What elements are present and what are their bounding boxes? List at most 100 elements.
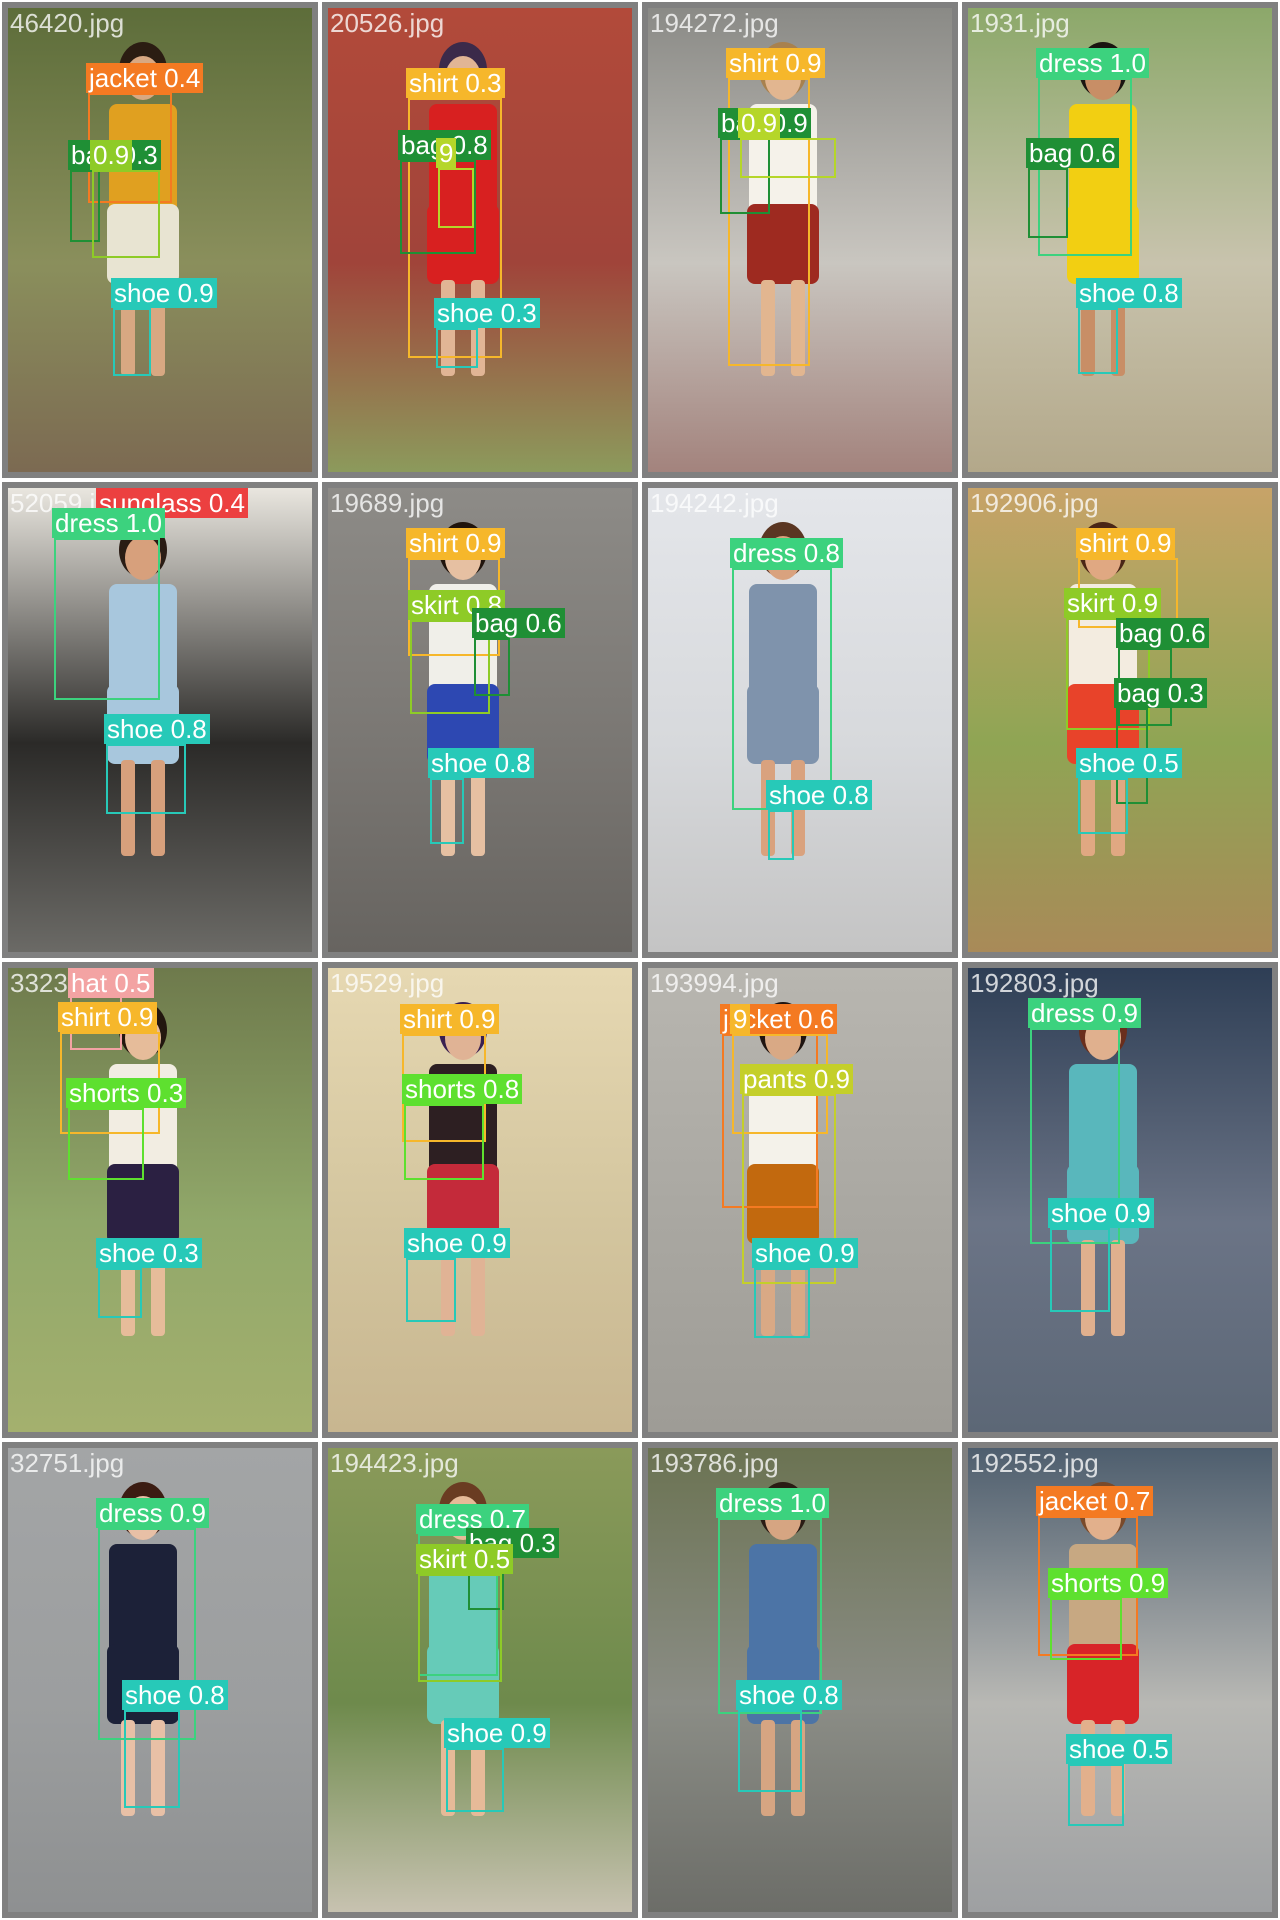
detection-label-bag: bag 0.6: [1116, 618, 1209, 648]
detection-label-shoe: shoe 0.3: [96, 1238, 202, 1268]
bounding-box-shorts: [68, 1108, 144, 1180]
detection-label-shoe: shoe 0.9: [111, 278, 217, 308]
bounding-box-shoe: [1078, 308, 1118, 374]
photo: 192803.jpg dress 0.9 shoe 0.9: [968, 968, 1272, 1432]
photo: 194423.jpg dress 0.7 bag 0.3 skirt 0.5 shoe …: [328, 1448, 632, 1912]
detection-label-shoe: shoe 0.9: [752, 1238, 858, 1268]
detection-label-skirt: 0.9: [90, 140, 133, 170]
bounding-box-shoe: [406, 1258, 456, 1322]
bounding-box-dress: [54, 538, 160, 700]
image-tile: 52059.jpg sunglass 0.4 dress 1.0 shoe 0.8: [2, 482, 318, 958]
detection-label-shoe: shoe 0.8: [1076, 278, 1182, 308]
detection-label-dress: dress 1.0: [52, 508, 165, 538]
image-tile: 33231.jpghat 0.5shirt 0.9shorts 0.3shoe …: [2, 962, 318, 1438]
detection-label-shoe: shoe 0.3: [434, 298, 540, 328]
filename-label: 19689.jpg: [330, 488, 445, 518]
detection-label-shirt: shirt 0.9: [1076, 528, 1175, 558]
photo: 20526.jpg shirt 0.3 bag 0.8 9 shoe 0.3: [328, 8, 632, 472]
photo: 192906.jpg shirt 0.9 skirt 0.9 bag 0.6 bag 0…: [968, 488, 1272, 952]
bounding-box-shoe: [1050, 1228, 1110, 1312]
bounding-box-shoe: [1078, 778, 1128, 834]
bounding-box-shorts: [404, 1104, 484, 1180]
detection-label-shorts: shorts 0.3: [66, 1078, 187, 1108]
filename-label: 32751.jpg: [10, 1448, 125, 1478]
detection-label-bag: bag 0.3: [1114, 678, 1207, 708]
detection-label-bag: bag 0.6: [1026, 138, 1119, 168]
detection-label-shoe: shoe 0.8: [736, 1680, 842, 1710]
detection-label-shorts: shorts 0.9: [1048, 1568, 1169, 1598]
bounding-box-shoe: [768, 810, 794, 860]
detection-label-skirt: skirt 0.5: [416, 1544, 514, 1574]
detection-label-hat: hat 0.5: [68, 968, 154, 998]
photo: 193786.jpg dress 1.0 shoe 0.8: [648, 1448, 952, 1912]
photo: 46420.jpgjacket 0.4bag 0.30.9shoe 0.9: [8, 8, 312, 472]
filename-label: 20526.jpg: [330, 8, 445, 38]
bounding-box-bag: [1028, 168, 1068, 238]
image-tile: 193786.jpg dress 1.0 shoe 0.8: [642, 1442, 958, 1918]
detection-label-dress: dress 0.9: [1028, 998, 1141, 1028]
detection-label-shirt: shirt 0.9: [406, 528, 505, 558]
filename-label: 193994.jpg: [650, 968, 779, 998]
bounding-box-shoe: [106, 744, 186, 814]
detection-label-other: 0.9: [738, 108, 781, 138]
detection-label-shoe: shoe 0.9: [404, 1228, 510, 1258]
detection-label-jacket: jacket 0.7: [1036, 1486, 1154, 1516]
image-tile: 194272.jpgshirt 0.9bag 0.90.9: [642, 2, 958, 478]
detection-label-shoe: shoe 0.8: [122, 1680, 228, 1710]
bounding-box-shoe: [738, 1710, 802, 1792]
detection-label-shorts: shorts 0.8: [402, 1074, 523, 1104]
filename-label: 194242.jpg: [650, 488, 779, 518]
filename-label: 192803.jpg: [970, 968, 1099, 998]
photo: 194272.jpgshirt 0.9bag 0.90.9: [648, 8, 952, 472]
bounding-box-shoe: [430, 778, 464, 844]
image-tile: 32751.jpg dress 0.9 shoe 0.8: [2, 1442, 318, 1918]
photo: 194242.jpg dress 0.8 shoe 0.8: [648, 488, 952, 952]
detection-label-shoe: shoe 0.9: [1048, 1198, 1154, 1228]
image-tile: 19689.jpg shirt 0.9 skirt 0.8 bag 0.6 shoe 0…: [322, 482, 638, 958]
image-tile: 194423.jpg dress 0.7 bag 0.3 skirt 0.5 shoe …: [322, 1442, 638, 1918]
detection-label-dress: dress 0.9: [96, 1498, 209, 1528]
detection-label-pants: pants 0.9: [740, 1064, 853, 1094]
filename-label: 193786.jpg: [650, 1448, 779, 1478]
image-tile: 20526.jpg shirt 0.3 bag 0.8 9 shoe 0.3: [322, 2, 638, 478]
detection-label-dress: dress 1.0: [1036, 48, 1149, 78]
detection-label-other: 9: [436, 138, 457, 168]
person-figure: [8, 968, 312, 1432]
detection-label-jacket: jacket 0.4: [86, 63, 204, 93]
detection-label-shirt: shirt 0.3: [406, 68, 505, 98]
detection-label-dress: dress 1.0: [716, 1488, 829, 1518]
photo: 19689.jpg shirt 0.9 skirt 0.8 bag 0.6 shoe 0…: [328, 488, 632, 952]
detection-label-shoe: shoe 0.8: [428, 748, 534, 778]
photo: 32751.jpg dress 0.9 shoe 0.8: [8, 1448, 312, 1912]
bounding-box-other: [438, 168, 474, 228]
photo: 33231.jpghat 0.5shirt 0.9shorts 0.3shoe …: [8, 968, 312, 1432]
filename-label: 1931.jpg: [970, 8, 1070, 38]
detection-label-bag: bag 0.6: [472, 608, 565, 638]
bounding-box-skirt: [92, 170, 160, 258]
bounding-box-shoe: [754, 1268, 810, 1338]
photo: 19529.jpg shirt 0.9 shorts 0.8 shoe 0.9: [328, 968, 632, 1432]
bounding-box-dress: [732, 568, 832, 810]
detection-grid: 46420.jpg jacket 0.4 bag 0.3 0.9 shoe 0.9 205…: [0, 0, 1280, 1920]
bounding-box-shoe: [436, 328, 478, 368]
filename-label: 194423.jpg: [330, 1448, 459, 1478]
detection-label-shoe: shoe 0.9: [444, 1718, 550, 1748]
detection-label-shoe: shoe 0.5: [1076, 748, 1182, 778]
detection-label-shirt: shirt 0.9: [58, 1002, 157, 1032]
bounding-box-shoe: [1068, 1764, 1124, 1826]
filename-label: 192906.jpg: [970, 488, 1099, 518]
bounding-box-shoe: [113, 308, 151, 376]
image-tile: 46420.jpgjacket 0.4bag 0.30.9shoe 0.9: [2, 2, 318, 478]
image-tile: 192906.jpg shirt 0.9 skirt 0.9 bag 0.6 bag 0…: [962, 482, 1278, 958]
image-tile: 1931.jpg dress 1.0 bag 0.6 shoe 0.8: [962, 2, 1278, 478]
detection-label-shoe: shoe 0.5: [1066, 1734, 1172, 1764]
detection-label-shirt: shirt 0.9: [400, 1004, 499, 1034]
image-tile: 192803.jpg dress 0.9 shoe 0.9: [962, 962, 1278, 1438]
bounding-box-bag: [474, 638, 510, 696]
image-tile: 192552.jpg jacket 0.7 shorts 0.9 shoe 0.5: [962, 1442, 1278, 1918]
photo: 192552.jpg jacket 0.7 shorts 0.9 shoe 0.5: [968, 1448, 1272, 1912]
detection-label-dress: dress 0.8: [730, 538, 843, 568]
detection-label-shirt: 9: [730, 1004, 751, 1034]
photo: 52059.jpg sunglass 0.4 dress 1.0 shoe 0.8: [8, 488, 312, 952]
photo: 1931.jpg dress 1.0 bag 0.6 shoe 0.8: [968, 8, 1272, 472]
